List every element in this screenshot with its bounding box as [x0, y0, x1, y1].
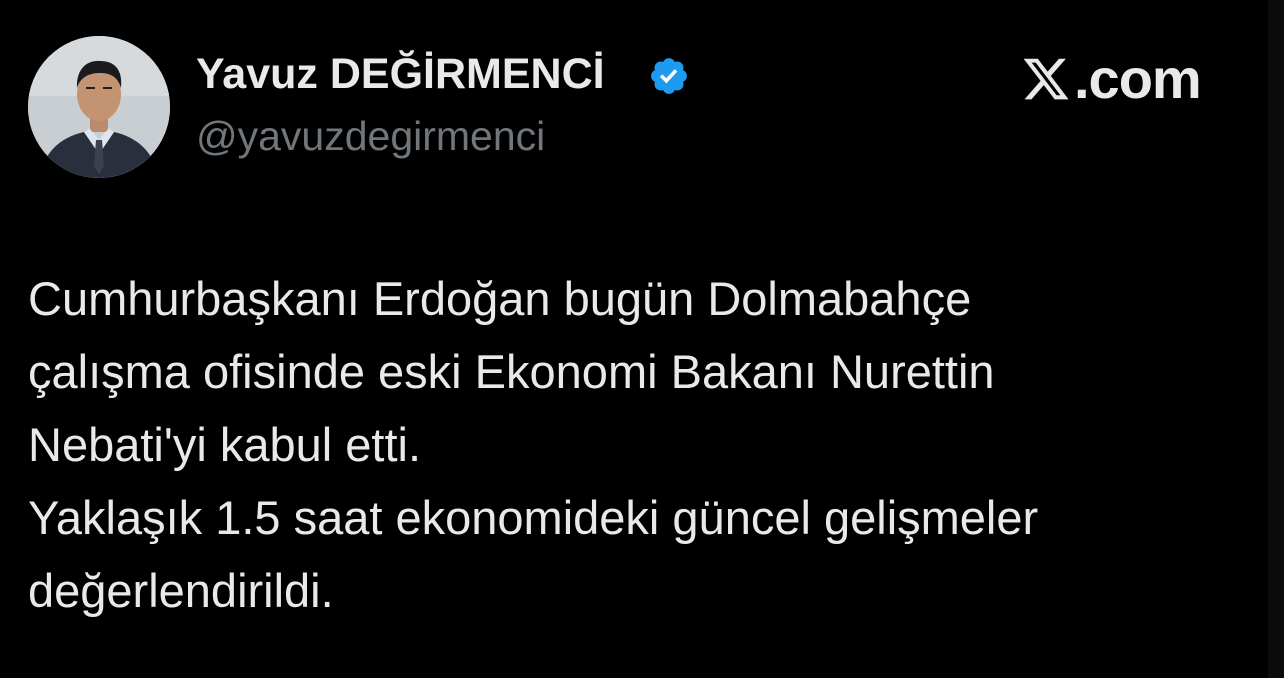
- tweet-text-line: Nebati'yi kabul etti.: [28, 418, 422, 471]
- screen-edge: [1268, 0, 1284, 678]
- tweet-text-line: değerlendirildi.: [28, 564, 334, 617]
- tweet-text-line: Yaklaşık 1.5 saat ekonomideki güncel gel…: [28, 491, 1039, 544]
- x-logo-icon: [1023, 58, 1069, 100]
- brand-watermark: .com: [1020, 47, 1202, 110]
- brand-domain-text: .com: [1074, 47, 1202, 110]
- avatar[interactable]: [28, 36, 170, 178]
- tweet-text-line: Cumhurbaşkanı Erdoğan bugün Dolmabahçe: [28, 272, 972, 325]
- avatar-photo-icon: [28, 36, 170, 178]
- verified-badge-icon: [651, 58, 687, 94]
- author-name[interactable]: Yavuz DEĞİRMENCİ: [196, 50, 605, 99]
- tweet-text-line: çalışma ofisinde eski Ekonomi Bakanı Nur…: [28, 345, 995, 398]
- tweet-card: Yavuz DEĞİRMENCİ @yavuzdegirmenci .com C…: [0, 0, 1284, 678]
- author-handle[interactable]: @yavuzdegirmenci: [196, 113, 545, 160]
- tweet-text: Cumhurbaşkanı Erdoğan bugün Dolmabahçe ç…: [28, 262, 1248, 627]
